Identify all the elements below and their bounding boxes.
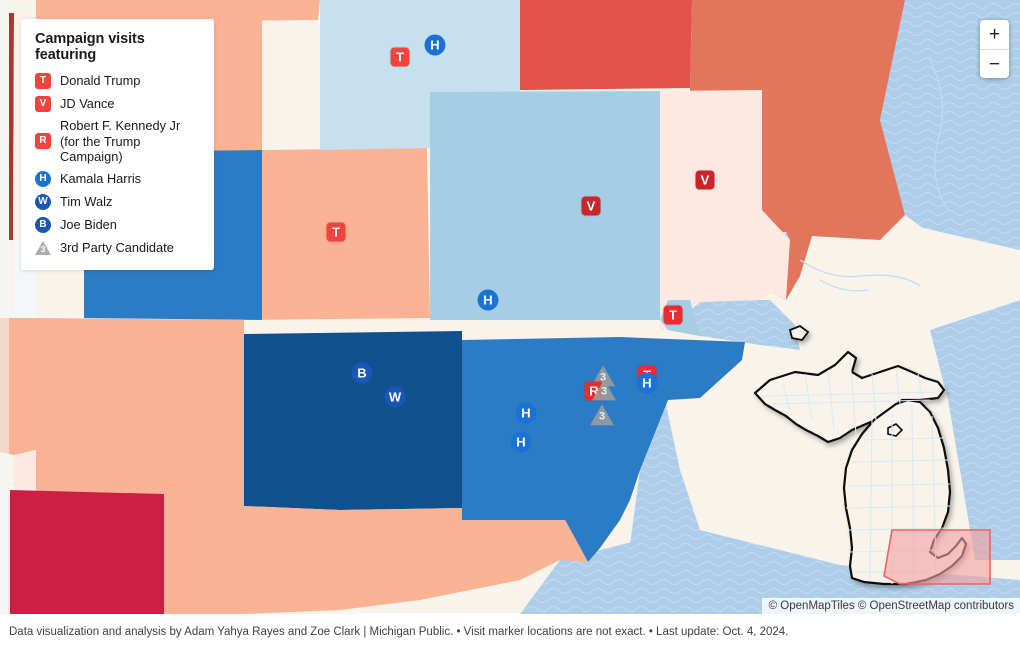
marker-thirdparty-lower[interactable]: 3 <box>590 404 614 426</box>
marker-thirdparty-mid[interactable]: 3 <box>592 379 616 401</box>
marker-harris-upper-left[interactable]: H <box>424 34 446 56</box>
legend-marker-v-icon: V <box>35 96 51 112</box>
marker-biden-midwest[interactable]: B <box>351 362 373 384</box>
marker-harris-lower-2[interactable]: H <box>510 431 532 453</box>
legend-item: R Robert F. Kennedy Jr (for the Trump Camp… <box>35 118 200 165</box>
marker-label: 3 <box>598 410 606 423</box>
legend-item: T Donald Trump <box>35 72 200 90</box>
legend-item-label: Donald Trump <box>60 73 141 89</box>
legend-item-list: T Donald Trump V JD Vance R Robert F. Kennedy… <box>35 72 200 257</box>
legend-marker-r-icon: R <box>35 133 51 150</box>
legend-item-label: Kamala Harris <box>60 170 142 186</box>
legend-item: W Tim Walz <box>35 193 200 211</box>
marker-walz-midwest[interactable]: W <box>384 386 406 408</box>
marker-label: 3 <box>600 385 608 398</box>
legend-item-sublabel: (for the Trump Campaign) <box>60 133 141 165</box>
marker-trump-upper-left[interactable]: T <box>390 47 410 67</box>
map-canvas[interactable]: THVTVHTBW3R33THHH + − Campaign visits fe… <box>0 0 1020 614</box>
marker-harris-ohio[interactable]: H <box>636 372 658 394</box>
legend-item: V JD Vance <box>35 95 200 113</box>
legend-item-label: Tim Walz <box>60 193 113 209</box>
marker-vance-center[interactable]: V <box>581 196 601 216</box>
zoom-in-button[interactable]: + <box>980 20 1009 49</box>
legend-item: H Kamala Harris <box>35 170 200 188</box>
legend-item: B Joe Biden <box>35 216 200 234</box>
zoom-control[interactable]: + − <box>980 20 1009 78</box>
legend-title: Campaign visits featuring <box>35 31 145 63</box>
legend-item-label: JD Vance <box>60 96 115 112</box>
footer-credit-text: Data visualization and analysis by Adam … <box>9 626 789 638</box>
legend-marker-w-icon: W <box>35 193 51 210</box>
footer-bar: Data visualization and analysis by Adam … <box>0 614 1020 650</box>
marker-vance-upper-right[interactable]: V <box>695 170 715 190</box>
marker-harris-lower-1[interactable]: H <box>515 402 537 424</box>
marker-trump-right[interactable]: T <box>663 305 683 325</box>
legend-item-label: Joe Biden <box>60 216 117 232</box>
legend-marker-h-icon: H <box>35 170 51 187</box>
legend-item-label: 3rd Party Candidate <box>60 239 174 255</box>
map-legend: Campaign visits featuring T Donald Trump V… <box>21 19 214 270</box>
legend-item: 3 3rd Party Candidate <box>35 239 200 257</box>
map-attribution[interactable]: © OpenMapTiles © OpenStreetMap contribut… <box>761 598 1020 614</box>
third-party-triangle-icon: 3 <box>35 240 51 256</box>
legend-marker-t-icon: T <box>35 73 51 89</box>
zoom-out-button[interactable]: − <box>980 49 1009 78</box>
legend-marker-b-icon: B <box>35 216 51 233</box>
campaign-visits-map-page: THVTVHTBW3R33THHH + − Campaign visits fe… <box>0 0 1020 650</box>
marker-trump-plains[interactable]: T <box>326 222 346 242</box>
legend-item-label: Robert F. Kennedy Jr (for the Trump Campa… <box>60 118 200 165</box>
marker-harris-center[interactable]: H <box>477 289 499 311</box>
